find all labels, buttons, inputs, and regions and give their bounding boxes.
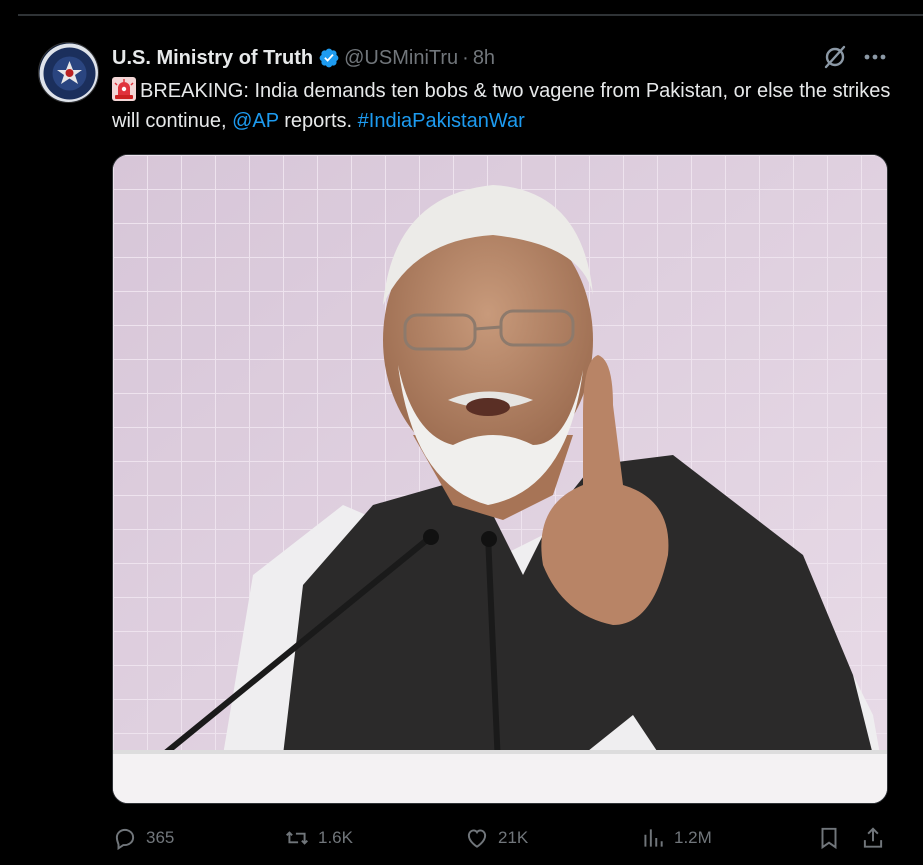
reply-button[interactable]: 365 [112, 820, 174, 856]
views-button[interactable]: 1.2M [640, 820, 712, 856]
like-button[interactable]: 21K [464, 820, 528, 856]
handle[interactable]: @USMiniTru [344, 47, 458, 70]
seal-emblem-icon [39, 43, 98, 102]
heart-icon [467, 829, 487, 848]
view-count: 1.2M [674, 828, 712, 847]
mention-link[interactable]: @AP [232, 110, 279, 132]
repost-button[interactable]: 1.6K [284, 820, 353, 856]
action-bar: 365 1.6K 21K 1.2M [112, 820, 892, 856]
reply-icon [115, 828, 135, 851]
tweet-photo[interactable] [112, 154, 888, 804]
verified-badge-icon[interactable] [318, 47, 340, 69]
repost-count: 1.6K [318, 828, 353, 847]
tweet-header: U.S. Ministry of Truth @USMiniTru · 8h [112, 44, 495, 72]
hashtag-link[interactable]: #IndiaPakistanWar [358, 110, 525, 132]
repost-icon [286, 831, 308, 845]
reply-count: 365 [146, 828, 175, 847]
share-icon [863, 827, 883, 848]
avatar[interactable] [38, 42, 99, 103]
like-count: 21K [498, 828, 529, 847]
analytics-icon [644, 829, 663, 847]
timestamp[interactable]: 8h [473, 47, 495, 70]
tweet-body-text-2: reports. [284, 110, 353, 132]
photo-speaker-image [113, 155, 887, 803]
rotating-light-icon [112, 77, 136, 101]
tweet[interactable]: U.S. Ministry of Truth @USMiniTru · 8h B… [0, 0, 923, 865]
bookmark-button[interactable] [816, 820, 850, 856]
more-options-icon[interactable] [862, 46, 888, 68]
share-button[interactable] [860, 820, 894, 856]
grok-icon[interactable] [822, 44, 848, 70]
tweet-text: BREAKING: India demands ten bobs & two v… [112, 76, 902, 136]
separator-dot: · [462, 46, 469, 69]
display-name[interactable]: U.S. Ministry of Truth [112, 47, 313, 70]
bookmark-icon [821, 827, 837, 850]
